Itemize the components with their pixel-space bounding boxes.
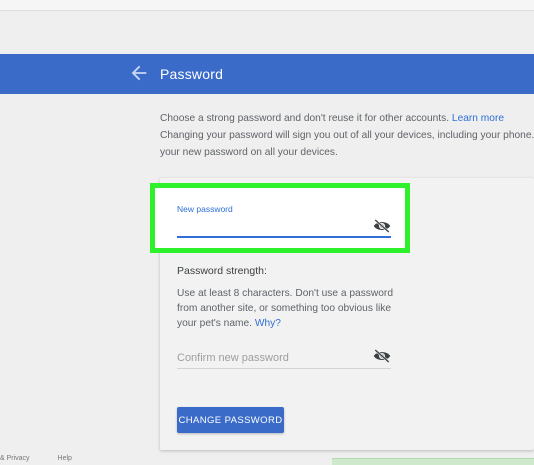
intro-line-3: your new password on all your devices.: [160, 147, 338, 158]
footer-privacy-link[interactable]: & Privacy: [0, 455, 30, 462]
intro-line-1: Choose a strong password and don't reuse…: [160, 113, 450, 124]
confirm-password-input[interactable]: [177, 350, 367, 366]
back-arrow-icon[interactable]: [128, 62, 150, 84]
page-title: Password: [160, 66, 224, 82]
visibility-off-icon[interactable]: [373, 349, 391, 363]
top-strip: [0, 0, 534, 11]
new-password-input[interactable]: [177, 216, 367, 234]
hint-text: Use at least 8 characters. Don't use a p…: [177, 288, 393, 329]
change-password-button[interactable]: CHANGE PASSWORD: [177, 407, 284, 433]
footer-help-link[interactable]: Help: [58, 455, 72, 462]
header-bar: Password: [0, 54, 534, 94]
new-password-label: New password: [177, 204, 233, 214]
confirm-password-underline: [177, 368, 391, 369]
visibility-off-icon[interactable]: [373, 219, 391, 233]
intro-text: Choose a strong password and don't reuse…: [160, 110, 534, 161]
password-strength-label: Password strength:: [177, 265, 267, 277]
learn-more-link[interactable]: Learn more: [452, 113, 504, 124]
intro-line-2: Changing your password will sign you out…: [160, 130, 534, 141]
footer: & Privacy Help: [0, 455, 98, 462]
new-password-underline: [177, 236, 391, 238]
why-link[interactable]: Why?: [255, 318, 281, 329]
password-hint: Use at least 8 characters. Don't use a p…: [177, 286, 397, 331]
